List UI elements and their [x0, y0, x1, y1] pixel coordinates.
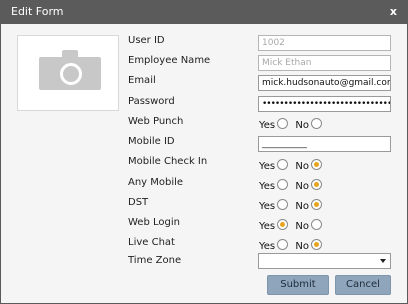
any-mobile-yes-option[interactable]: Yes [259, 179, 289, 192]
user-id-label: User ID [128, 35, 165, 46]
dialog-titlebar: Edit Form x [1, 1, 407, 24]
web-punch-yes-option[interactable]: Yes [259, 118, 289, 131]
dst-label: DST [128, 197, 149, 208]
dst-yes-radio[interactable] [277, 199, 289, 210]
no-label: No [295, 201, 309, 212]
any-mobile-radio-group: Yes No [259, 179, 326, 192]
live-chat-yes-option[interactable]: Yes [259, 239, 289, 252]
live-chat-yes-radio[interactable] [277, 239, 289, 250]
password-field[interactable]: •••••••••••••••••••••••••••••••••• [258, 96, 391, 112]
submit-button[interactable]: Submit [267, 275, 329, 295]
web-login-radio-group: Yes No [259, 219, 326, 232]
live-chat-no-option[interactable]: No [295, 239, 322, 252]
web-punch-radio-group: Yes No [259, 118, 326, 131]
yes-label: Yes [259, 221, 276, 232]
mobile-check-in-no-radio[interactable] [310, 159, 322, 170]
web-login-no-radio[interactable] [310, 219, 322, 230]
email-field[interactable]: mick.hudsonauto@gmail.com [258, 75, 391, 91]
dialog-title: Edit Form [11, 5, 64, 18]
mobile-check-in-yes-option[interactable]: Yes [259, 159, 289, 172]
live-chat-label: Live Chat [128, 237, 175, 248]
employee-name-label: Employee Name [128, 55, 211, 66]
cancel-button[interactable]: Cancel [335, 275, 391, 295]
live-chat-no-radio[interactable] [310, 239, 322, 250]
live-chat-radio-group: Yes No [259, 239, 326, 252]
mobile-id-field[interactable]: __________ [258, 136, 391, 152]
employee-name-field[interactable]: Mick Ethan [258, 55, 391, 71]
yes-label: Yes [259, 201, 276, 212]
chevron-down-icon [380, 259, 386, 263]
password-label: Password [128, 96, 175, 107]
web-punch-no-radio[interactable] [310, 118, 322, 129]
mobile-check-in-no-option[interactable]: No [295, 159, 322, 172]
edit-form-dialog: Edit Form x User ID 1002 Employee Name M… [0, 0, 408, 304]
yes-label: Yes [259, 161, 276, 172]
dst-no-radio[interactable] [310, 199, 322, 210]
user-id-field[interactable]: 1002 [258, 35, 391, 51]
email-label: Email [128, 75, 156, 86]
any-mobile-no-radio[interactable] [310, 179, 322, 190]
photo-placeholder[interactable] [17, 35, 119, 111]
dst-no-option[interactable]: No [295, 199, 322, 212]
mobile-check-in-label: Mobile Check In [128, 156, 208, 167]
no-label: No [295, 181, 309, 192]
close-icon[interactable]: x [390, 5, 397, 18]
no-label: No [295, 221, 309, 232]
web-login-yes-option[interactable]: Yes [259, 219, 289, 232]
web-login-no-option[interactable]: No [295, 219, 322, 232]
no-label: No [295, 120, 309, 131]
time-zone-select[interactable] [258, 253, 391, 269]
dst-radio-group: Yes No [259, 199, 326, 212]
mobile-check-in-radio-group: Yes No [259, 159, 326, 172]
web-punch-no-option[interactable]: No [295, 118, 322, 131]
any-mobile-no-option[interactable]: No [295, 179, 322, 192]
mobile-id-label: Mobile ID [128, 136, 175, 147]
web-punch-label: Web Punch [128, 116, 184, 127]
dst-yes-option[interactable]: Yes [259, 199, 289, 212]
no-label: No [295, 161, 309, 172]
mobile-check-in-yes-radio[interactable] [277, 159, 289, 170]
web-punch-yes-radio[interactable] [277, 118, 289, 129]
web-login-yes-radio[interactable] [277, 219, 289, 230]
yes-label: Yes [259, 120, 276, 131]
web-login-label: Web Login [128, 217, 180, 228]
yes-label: Yes [259, 241, 276, 252]
time-zone-label: Time Zone [128, 255, 182, 266]
any-mobile-yes-radio[interactable] [277, 179, 289, 190]
yes-label: Yes [259, 181, 276, 192]
any-mobile-label: Any Mobile [128, 177, 184, 188]
no-label: No [295, 241, 309, 252]
